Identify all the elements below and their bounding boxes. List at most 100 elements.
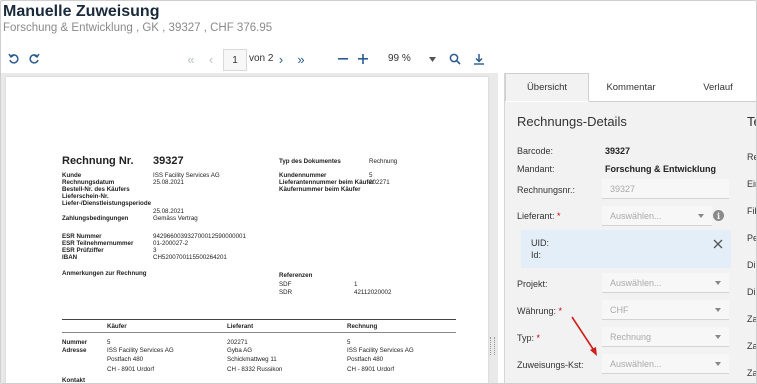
doc-label: ESR Nummer	[62, 233, 102, 240]
chevron-down-icon	[715, 335, 721, 339]
right-col-label: Za	[747, 314, 757, 324]
doc-label: Liefer-/Dienstleistungsperiode	[62, 200, 152, 207]
download-icon[interactable]	[472, 51, 486, 67]
tab-history[interactable]: Verlauf	[677, 73, 756, 101]
uid-label: UID:	[531, 238, 549, 248]
doc-label: IBAN	[62, 254, 78, 261]
doc-label: Lieferschein-Nr.	[62, 193, 109, 200]
tab-overview[interactable]: Übersicht	[505, 73, 589, 102]
previous-page-icon[interactable]: ‹	[205, 51, 217, 67]
waehrung-label: Währung: *	[517, 306, 563, 316]
section-title-right: Te	[747, 114, 756, 129]
table-row-label: Nummer	[62, 339, 88, 346]
mandant-value: Forschung & Entwicklung	[605, 164, 717, 174]
next-page-icon[interactable]: ›	[275, 51, 287, 67]
table-cell: Gyba AG	[227, 347, 253, 354]
table-cell: Postfach 480	[107, 356, 144, 363]
table-cell: 5	[107, 339, 111, 346]
page-title: Manuelle Zuweisung	[3, 3, 160, 20]
table-row-label: Adresse	[62, 347, 87, 354]
table-cell: CH - 8901 Urdorf	[347, 366, 395, 373]
table-cell: ISS Facility Services AG	[347, 347, 414, 354]
doc-value: 01-200027-2	[153, 240, 189, 247]
page-count-label: von 2	[249, 53, 274, 64]
app-window: Manuelle Zuweisung Forschung & Entwicklu…	[0, 0, 757, 384]
pdf-viewer[interactable]: Rechnung Nr. 39327 Typ des Dokumentes Re…	[1, 73, 498, 383]
doc-label: Kunde	[62, 172, 82, 179]
zuweisungs-kst-select[interactable]: Auswählen...	[602, 354, 729, 374]
right-col-label: Ein	[747, 179, 756, 189]
right-col-label: Fib	[747, 206, 756, 216]
zuweisungs-kst-label: Zuweisungs-Kst:	[517, 360, 584, 370]
search-icon[interactable]	[448, 51, 462, 67]
typ-label: Typ: *	[517, 333, 541, 343]
table-cell: Schickmattweg 11	[227, 356, 277, 363]
doc-label: SDF	[279, 281, 292, 288]
doc-value: 202271	[369, 179, 390, 186]
right-col-label: Di	[747, 260, 756, 270]
table-header: Lieferant	[227, 323, 254, 330]
page-number-input[interactable]: 1	[223, 49, 247, 71]
rechnungsnr-field[interactable]: 39327	[602, 179, 729, 199]
right-col-label: Za	[747, 368, 757, 378]
doc-label: Anmerkungen zur Rechnung	[62, 270, 147, 277]
doc-label: Rechnungsdatum	[62, 179, 115, 186]
doc-label: Referenzen	[279, 272, 313, 279]
zoom-select[interactable]: 99 %	[388, 53, 411, 64]
last-page-icon[interactable]: »	[294, 51, 308, 67]
chevron-down-icon	[715, 362, 721, 366]
invoice-label: Rechnung Nr.	[62, 155, 134, 167]
redo-icon[interactable]	[27, 51, 41, 67]
doc-value: Gemäss Vertrag	[153, 215, 198, 222]
typ-select[interactable]: Rechnung	[602, 327, 729, 347]
barcode-value: 39327	[605, 146, 631, 156]
table-cell: 5	[347, 339, 351, 346]
projekt-select[interactable]: Auswählen...	[602, 273, 729, 293]
rechnungsnr-label: Rechnungsnr.:	[517, 185, 576, 195]
right-col-label: Di	[747, 287, 756, 297]
doc-label: Bestell-Nr. des Käufers	[62, 186, 130, 193]
doc-value: 25.08.2021	[153, 179, 184, 186]
id-label: Id:	[531, 250, 542, 260]
info-icon[interactable]: i	[713, 210, 724, 221]
waehrung-select[interactable]: CHF	[602, 300, 729, 320]
doc-value: 25.08.2021	[153, 208, 184, 215]
doc-value: 942966003932700012590000001	[153, 233, 246, 240]
tab-comment[interactable]: Kommentar	[589, 73, 673, 101]
table-divider	[62, 319, 456, 320]
right-col-label: Re	[747, 152, 756, 162]
zoom-in-icon[interactable]	[357, 51, 369, 67]
lieferant-label: Lieferant: *	[517, 211, 561, 221]
table-divider	[62, 332, 456, 333]
table-cell: CH - 8332 Russikon	[227, 366, 283, 373]
lieferant-select[interactable]: Auswählen...	[602, 206, 712, 226]
zoom-out-icon[interactable]	[337, 51, 349, 67]
doc-value: ISS Facility Services AG	[153, 172, 220, 179]
pdf-page: Rechnung Nr. 39327 Typ des Dokumentes Re…	[6, 77, 488, 383]
right-col-label: Pe	[747, 233, 757, 243]
mandant-label: Mandant:	[517, 164, 555, 174]
doctype-label: Typ des Dokumentes	[279, 158, 341, 165]
doc-label: Lieferantennummer beim Käufer	[279, 179, 375, 186]
doc-label: Kundennummer	[279, 172, 327, 179]
table-cell: 202271	[227, 339, 248, 346]
page-subtitle: Forschung & Entwicklung , GK , 39327 , C…	[3, 22, 273, 34]
chevron-down-icon	[715, 308, 721, 312]
doc-label: SDR	[279, 289, 293, 296]
invoice-number: 39327	[153, 155, 184, 167]
doc-label: Käufernummer beim Käufer	[279, 186, 361, 193]
undo-icon[interactable]	[7, 51, 21, 67]
chevron-down-icon	[715, 281, 721, 285]
doc-value: 3	[153, 247, 157, 254]
doc-label: ESR Prüfziffer	[62, 247, 104, 254]
zoom-dropdown-icon[interactable]	[427, 51, 437, 67]
first-page-icon[interactable]: «	[184, 51, 198, 67]
tab-bar: Übersicht Kommentar Verlauf	[505, 73, 756, 102]
doc-value: 42112020002	[354, 289, 392, 296]
splitter-handle[interactable]	[490, 337, 495, 355]
table-cell: ISS Facility Services AG	[107, 347, 174, 354]
doc-value: CH5200700115500264201	[153, 254, 227, 261]
doctype-value: Rechnung	[369, 158, 398, 165]
close-icon[interactable]	[713, 236, 723, 254]
pdf-toolbar: « ‹ 1 von 2 › » 99 %	[1, 45, 498, 73]
